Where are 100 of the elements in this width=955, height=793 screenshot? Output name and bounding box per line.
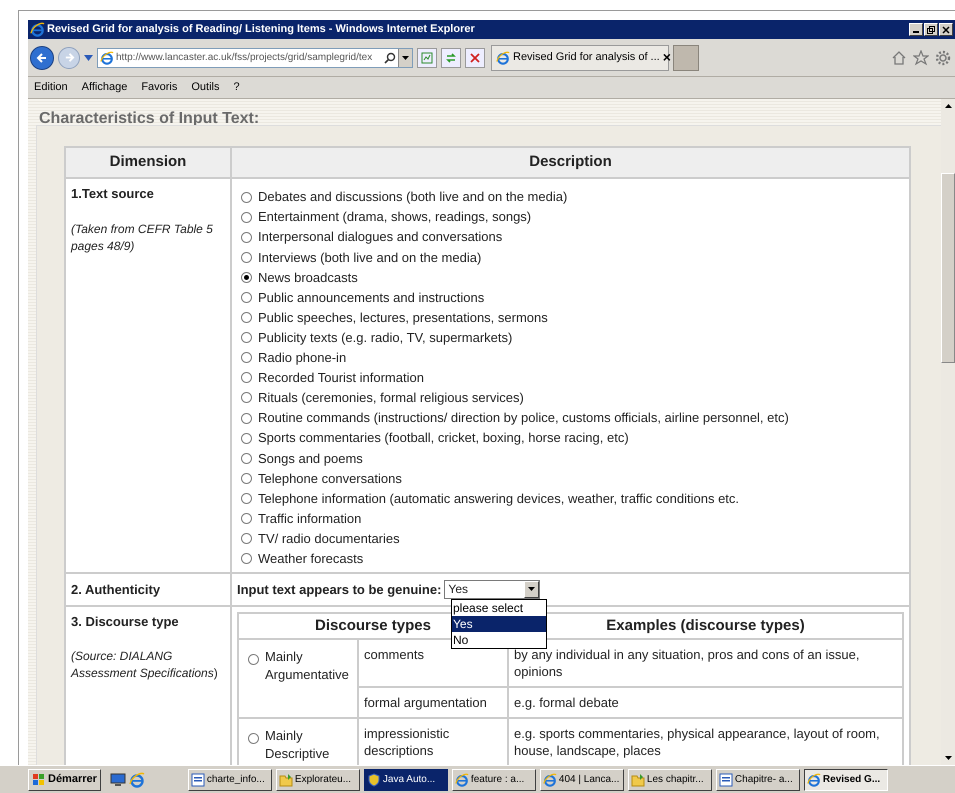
radio-button[interactable] <box>241 292 252 304</box>
browser-icon <box>496 50 510 64</box>
radio-button[interactable] <box>241 232 252 243</box>
radio-button[interactable] <box>241 412 252 424</box>
close-tab-button[interactable]: × <box>662 47 671 68</box>
radio-button[interactable] <box>241 432 252 444</box>
taskbar-button[interactable]: feature : a... <box>452 768 536 790</box>
radio-button[interactable] <box>241 312 252 324</box>
radio-button[interactable] <box>241 212 252 223</box>
radio-button[interactable] <box>241 272 252 283</box>
option-label: Interviews (both live and on the media) <box>258 248 482 267</box>
menu-item[interactable]: Affichage <box>82 79 128 96</box>
browser-icon <box>100 50 114 64</box>
source-note: (Source: DIALANG Assessment Specifications) <box>71 648 219 682</box>
taskbar-button[interactable]: 404 | Lanca... <box>540 768 624 790</box>
browser-icon <box>806 772 821 786</box>
minimize-icon <box>913 31 919 33</box>
back-button[interactable] <box>30 46 54 70</box>
stop-button[interactable] <box>465 48 485 68</box>
browser-icon <box>542 772 557 786</box>
document-icon <box>190 772 205 786</box>
option-label: Routine commands (instructions/ direction by police, customs officials, airline personnel, etc) <box>258 409 789 428</box>
table-cell: by any individual in any situation, pros and cons of an issue, opinions <box>508 638 903 687</box>
address-field[interactable]: http://www.lancaster.ac.uk/fss/projects/grid/samplegrid/tex <box>97 48 413 68</box>
radio-button[interactable] <box>241 553 252 564</box>
radio-button[interactable] <box>241 192 252 203</box>
table-cell: formal argumentation <box>358 686 508 718</box>
option-label: News broadcasts <box>258 268 358 287</box>
group-label: Mainly Argumentative <box>265 648 350 684</box>
radio-button[interactable] <box>241 533 252 544</box>
option-label: Recorded Tourist information <box>258 369 424 388</box>
dimension-label: 2. Authenticity <box>71 582 160 597</box>
browser-tab[interactable]: Revised Grid for analysis of ... × <box>491 44 669 70</box>
shield-icon <box>366 772 381 786</box>
section-heading: Characteristics of Input Text: <box>39 109 260 129</box>
menu-item[interactable]: Edition <box>34 79 68 96</box>
option-label: Entertainment (drama, shows, readings, songs) <box>258 208 532 226</box>
restore-button[interactable] <box>924 23 938 36</box>
option-label: Telephone information (automatic answering devices, weather, traffic conditions etc. <box>258 490 740 508</box>
settings-icon[interactable] <box>935 50 951 66</box>
close-icon <box>470 52 480 62</box>
scroll-down-icon[interactable] <box>944 756 952 760</box>
back-arrow-icon <box>36 52 48 64</box>
radio-button[interactable] <box>241 452 252 464</box>
genuine-select[interactable]: Yes <box>444 580 540 599</box>
refresh-button[interactable] <box>441 48 461 68</box>
column-header: Description <box>231 147 910 178</box>
option-label: TV/ radio documentaries <box>258 530 400 548</box>
scroll-bar[interactable] <box>941 99 955 765</box>
folder-icon <box>630 772 645 786</box>
window-title: Revised Grid for analysis of Reading/ Listening Items - Windows Internet Explorer <box>47 22 475 38</box>
radio-button[interactable] <box>241 392 252 404</box>
radio-button[interactable] <box>241 252 252 263</box>
scroll-up-icon[interactable] <box>944 104 952 108</box>
page-chart-icon <box>421 52 433 64</box>
radio-button[interactable] <box>241 492 252 504</box>
option-label: Telephone conversations <box>258 470 402 488</box>
taskbar-button[interactable]: Les chapitr... <box>628 768 712 790</box>
option-label: Interpersonal dialogues and conversations <box>258 228 502 246</box>
taskbar-button[interactable]: Explorateu... <box>276 768 360 790</box>
option-label: Traffic information <box>258 510 362 528</box>
source-note: (Taken from CEFR Table 5 pages 48/9) <box>71 220 214 254</box>
option-label: Rituals (ceremonies, formal religious services) <box>258 389 524 408</box>
radio-button[interactable] <box>241 513 252 524</box>
search-icon[interactable] <box>384 52 396 64</box>
compatibility-button[interactable] <box>417 48 437 68</box>
start-button[interactable]: Démarrer <box>28 768 101 790</box>
option-label: Sports commentaries (football, cricket, boxing, horse racing, etc) <box>258 429 629 448</box>
taskbar-button[interactable]: Revised G... <box>804 768 888 790</box>
forward-arrow-icon <box>64 52 74 63</box>
radio-button[interactable] <box>241 472 252 484</box>
radio-button[interactable] <box>241 352 252 364</box>
close-button[interactable] <box>939 23 953 36</box>
radio-button[interactable] <box>241 332 252 344</box>
radio-button[interactable] <box>248 732 259 744</box>
group-label: Mainly Descriptive <box>265 726 330 763</box>
menu-item[interactable]: Favoris <box>141 79 178 96</box>
dropdown-option[interactable]: Yes <box>452 616 546 632</box>
taskbar-button[interactable]: Chapitre- a... <box>716 768 800 790</box>
home-icon[interactable] <box>891 50 907 66</box>
desktop-icon[interactable] <box>110 772 126 786</box>
option-label: Debates and discussions (both live and on the media) <box>258 188 568 206</box>
browser-icon <box>128 772 145 788</box>
folder-icon <box>278 772 293 786</box>
windows-logo-icon <box>32 772 46 786</box>
option-label: Songs and poems <box>258 450 363 468</box>
star-icon[interactable] <box>913 50 929 66</box>
radio-button[interactable] <box>241 372 252 384</box>
question-label: Input text appears to be genuine: <box>237 580 442 599</box>
menu-item[interactable]: ? <box>234 79 240 96</box>
option-label: Public speeches, lectures, presentations, sermons <box>258 308 548 327</box>
taskbar-button[interactable]: charte_info... <box>188 768 272 790</box>
taskbar-button[interactable]: Java Auto... <box>364 768 448 790</box>
radio-button[interactable] <box>248 654 259 665</box>
scroll-thumb[interactable] <box>941 173 955 363</box>
menu-item[interactable]: Outils <box>191 79 220 96</box>
minimize-button[interactable] <box>909 23 923 36</box>
restore-icon <box>927 26 935 34</box>
refresh-icon <box>445 52 457 64</box>
dropdown-icon[interactable] <box>84 54 93 60</box>
